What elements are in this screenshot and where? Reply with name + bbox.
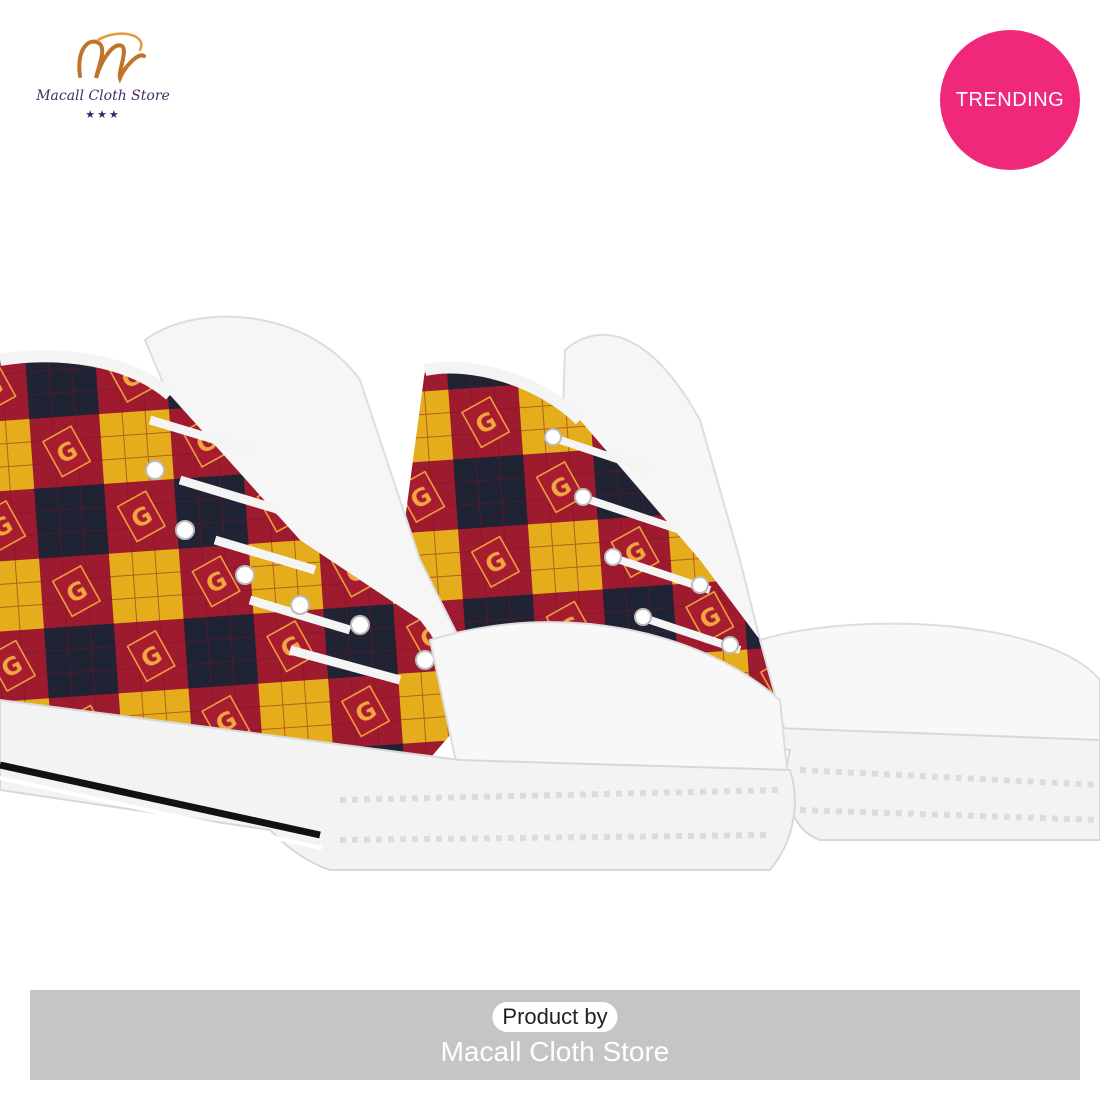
product-photo: G G: [0, 315, 1100, 871]
store-logo: Macall Cloth Store ★★★: [28, 28, 178, 128]
trending-badge-label: TRENDING: [955, 88, 1065, 111]
product-by-label: Product by: [492, 1002, 618, 1032]
footer-banner: Product by Macall Cloth Store: [30, 990, 1080, 1080]
trending-badge: TRENDING: [940, 30, 1080, 170]
logo-stars: ★★★: [85, 108, 121, 121]
logo-text: Macall Cloth Store: [36, 88, 170, 104]
logo-monogram-icon: [77, 32, 146, 84]
store-name-label: Macall Cloth Store: [440, 1036, 670, 1067]
